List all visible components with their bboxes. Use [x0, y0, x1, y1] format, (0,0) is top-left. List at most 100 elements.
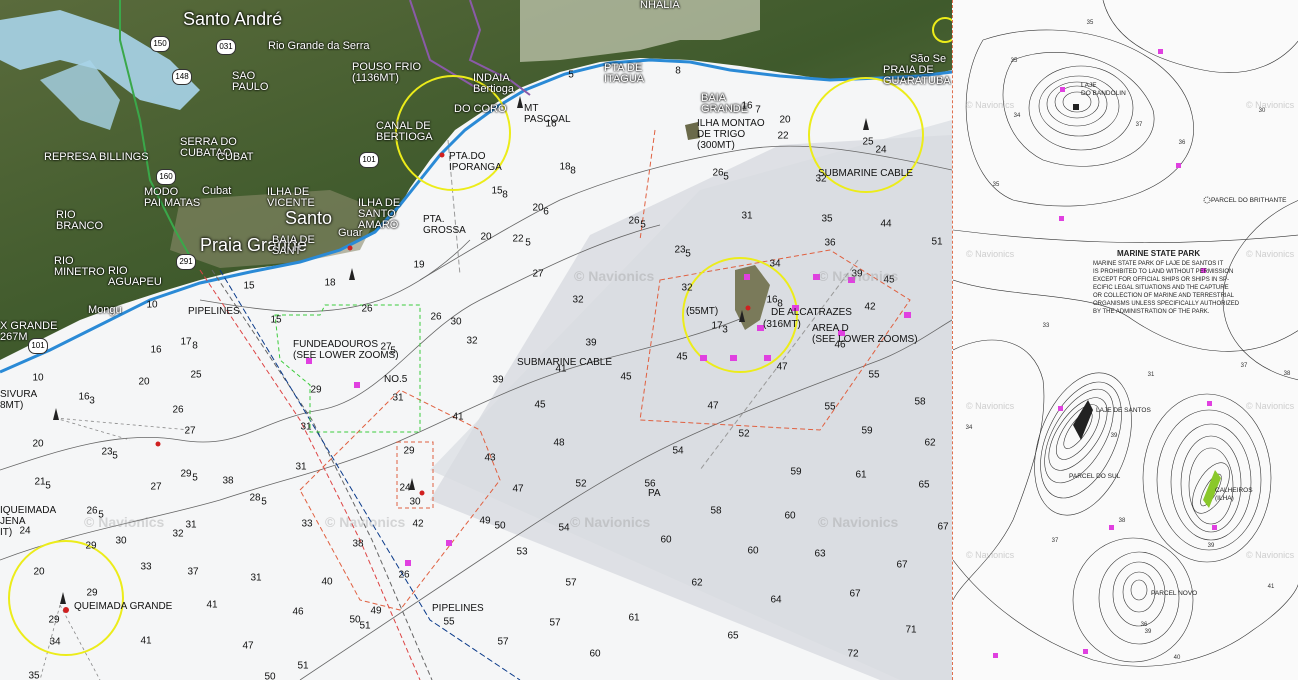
depth-sounding: 35: [821, 213, 833, 225]
inset-depth-sounding: 38: [1283, 371, 1291, 377]
depth-sounding: 32: [681, 282, 693, 294]
depth-sounding: 15: [491, 185, 503, 197]
depth-sounding: 54: [672, 445, 684, 457]
depth-sounding: 40: [321, 576, 333, 588]
depth-sounding: 42: [412, 518, 424, 530]
depth-sounding: 47: [707, 400, 719, 412]
depth-sounding: 67: [937, 521, 949, 533]
depth-sounding: 30: [115, 535, 127, 547]
depth-sounding: 48: [553, 437, 565, 449]
depth-sounding: 31: [295, 461, 307, 473]
depth-sounding: 5: [685, 248, 691, 260]
depth-sounding: 5: [192, 472, 198, 484]
depth-sounding: 26: [430, 311, 442, 323]
depth-sounding: 29: [48, 614, 60, 626]
inset-depth-sounding: 37: [1051, 538, 1059, 544]
inset-watermark: © Navionics: [966, 100, 1015, 110]
depth-sounding: 50: [264, 671, 276, 680]
depth-sounding: 15: [270, 314, 282, 326]
depth-sounding: 43: [484, 452, 496, 464]
depth-sounding: 5: [112, 450, 118, 462]
depth-sounding: 45: [676, 351, 688, 363]
depth-sounding: 16: [150, 344, 162, 356]
road-shield: 031: [216, 39, 236, 55]
depth-sounding: 31: [300, 421, 312, 433]
inset-watermark: © Navionics: [1246, 401, 1295, 411]
depth-sounding: 5: [390, 345, 396, 357]
inset-depth-sounding: 33: [1042, 323, 1050, 329]
inset-watermark: © Navionics: [1246, 100, 1295, 110]
inset-feature-label: PARCEL DO BRITHANTE: [1211, 197, 1287, 204]
depth-sounding: 29: [85, 540, 97, 552]
inset-watermark: © Navionics: [1246, 550, 1295, 560]
road-shield: 160: [156, 169, 176, 185]
navionics-watermark: © Navionics: [570, 514, 651, 530]
depth-sounding: 65: [727, 630, 739, 642]
depth-sounding: 50: [494, 520, 506, 532]
depth-sounding: 67: [896, 559, 908, 571]
inset-watermark: © Navionics: [966, 249, 1015, 259]
inset-depth-sounding: 39: [1110, 433, 1118, 439]
depth-sounding: 20: [779, 114, 791, 126]
depth-sounding: 39: [585, 337, 597, 349]
depth-sounding: 8: [502, 189, 508, 201]
navionics-watermark: © Navionics: [574, 268, 655, 284]
inset-depth-sounding: 36: [1178, 140, 1186, 146]
depth-sounding: 58: [914, 396, 926, 408]
depth-sounding: 65: [918, 479, 930, 491]
depth-sounding: 16: [766, 294, 778, 306]
depth-sounding: 38: [222, 475, 234, 487]
depth-sounding: 55: [443, 616, 455, 628]
nautical-chart[interactable]: Santo André Santo Praia Grande Rio Grande d…: [0, 0, 952, 680]
depth-sounding: 6: [543, 206, 549, 218]
depth-sounding: 29: [86, 587, 98, 599]
road-shield: 291: [176, 254, 196, 270]
depth-sounding: 49: [370, 605, 382, 617]
depth-sounding: 30: [450, 316, 462, 328]
depth-sounding: 7: [755, 104, 761, 116]
depth-sounding: 24: [875, 144, 887, 156]
depth-sounding: 3: [722, 324, 728, 336]
depth-sounding: 36: [824, 237, 836, 249]
inset-feature-label: CALHEIROS (ILHA): [1215, 487, 1253, 502]
navionics-watermark: © Navionics: [325, 514, 406, 530]
depth-sounding: 57: [497, 636, 509, 648]
depth-sounding: 8: [570, 165, 576, 177]
depth-sounding: 60: [747, 545, 759, 557]
depth-sounding: 42: [864, 301, 876, 313]
depth-sounding: 26: [398, 569, 410, 581]
inset-watermark: © Navionics: [966, 550, 1015, 560]
depth-sounding: 72: [847, 648, 859, 660]
depth-sounding: 52: [738, 428, 750, 440]
depth-sounding: 26: [712, 167, 724, 179]
depth-sounding: 32: [815, 173, 827, 185]
depth-sounding: 56: [644, 478, 656, 490]
inset-watermark: © Navionics: [966, 401, 1015, 411]
depth-sounding: 16: [78, 391, 90, 403]
road-shield: 150: [150, 36, 170, 52]
inset-depth-sounding: 36: [1140, 622, 1148, 628]
depth-sounding: 51: [931, 236, 943, 248]
depth-sounding: 55: [824, 401, 836, 413]
depth-sounding: 47: [776, 361, 788, 373]
inset-depth-sounding: 34: [1013, 113, 1021, 119]
inset-feature-label: LAJE DO BANDOLIN: [1081, 82, 1126, 97]
inset-watermark: © Navionics: [1246, 249, 1295, 259]
inset-depth-sounding: 39: [1144, 629, 1152, 635]
depth-sounding: 61: [855, 469, 867, 481]
depth-sounding: 60: [589, 648, 601, 660]
inset-depth-sounding: 34: [965, 425, 973, 431]
depth-sounding: 25: [862, 136, 874, 148]
depth-sounding: 20: [480, 231, 492, 243]
inset-feature-label: LAJE DE SANTOS: [1096, 407, 1151, 414]
depth-sounding: 17: [711, 320, 723, 332]
depth-sounding: 54: [558, 522, 570, 534]
depth-sounding: 5: [568, 69, 574, 81]
depth-sounding: 59: [861, 425, 873, 437]
navionics-watermark: © Navionics: [84, 514, 165, 530]
depth-sounding: 46: [834, 339, 846, 351]
depth-sounding: 24: [19, 525, 31, 537]
depth-sounding: 23: [101, 446, 113, 458]
marine-park-inset[interactable]: MARINE STATE PARK MARINE STATE PARK OF L…: [952, 0, 1298, 680]
depth-sounding: 60: [660, 534, 672, 546]
